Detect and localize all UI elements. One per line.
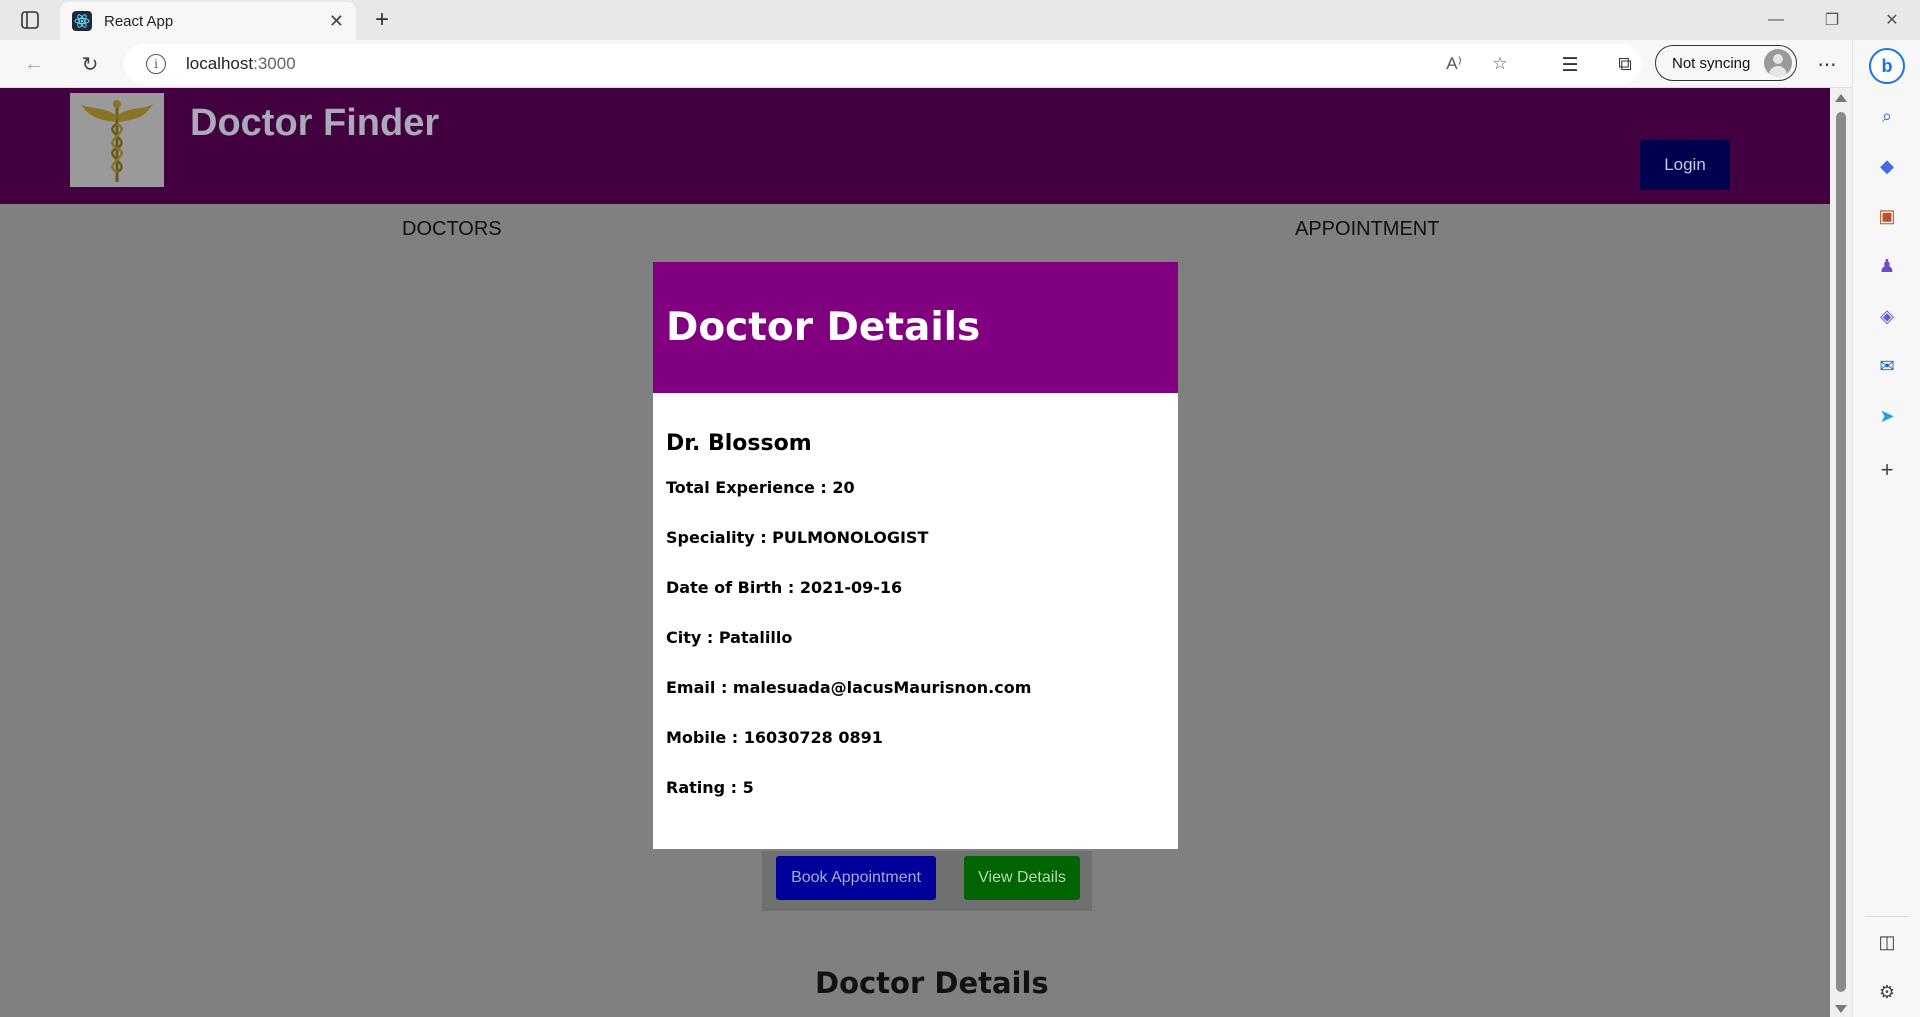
restore-icon[interactable]: ❐ <box>1804 0 1860 40</box>
app-title: Doctor Finder <box>190 102 440 144</box>
detail-rating: Rating : 5 <box>666 778 754 797</box>
detail-speciality: Speciality : PULMONOLOGIST <box>666 528 929 547</box>
site-info-icon[interactable]: i <box>146 54 166 74</box>
outlook-icon[interactable]: ✉ <box>1873 352 1901 380</box>
profile-sync-button[interactable]: Not syncing <box>1655 45 1797 81</box>
view-details-button[interactable]: View Details <box>964 856 1080 900</box>
tools-briefcase-icon[interactable]: ▣ <box>1873 202 1901 230</box>
url-field[interactable]: i localhost:3000 A⁾ ☆ <box>124 44 1642 84</box>
nav-appointment[interactable]: APPOINTMENT <box>1295 218 1439 241</box>
microsoft-365-icon[interactable]: ◈ <box>1873 302 1901 330</box>
app-header: Doctor Finder Login <box>0 88 1830 204</box>
drop-icon[interactable]: ➤ <box>1873 402 1901 430</box>
login-button[interactable]: Login <box>1640 140 1730 190</box>
shopping-tag-icon[interactable]: ◆ <box>1873 152 1901 180</box>
detail-dob: Date of Birth : 2021-09-16 <box>666 578 903 597</box>
workspaces-icon[interactable] <box>18 8 42 32</box>
settings-gear-icon[interactable]: ⚙ <box>1873 978 1901 1006</box>
modal-body: Dr. Blossom Total Experience : 20 Specia… <box>653 393 1178 828</box>
scroll-down-icon[interactable] <box>1835 1005 1847 1013</box>
refresh-icon[interactable]: ↻ <box>76 50 104 78</box>
caduceus-icon <box>70 93 164 187</box>
add-favorite-icon[interactable]: ☆ <box>1484 44 1516 84</box>
page-content: Doctor Finder Login DOCTORS APPOINTMENT … <box>0 88 1830 1017</box>
add-sidebar-app-icon[interactable]: + <box>1873 456 1901 484</box>
hide-sidebar-icon[interactable]: ◫ <box>1873 928 1901 956</box>
doctor-name: Dr. Blossom <box>666 431 812 456</box>
more-menu-icon[interactable]: ⋯ <box>1812 50 1842 80</box>
avatar <box>1764 49 1792 77</box>
bing-copilot-icon[interactable]: b <box>1869 48 1905 84</box>
doctor-details-modal: Doctor Details Dr. Blossom Total Experie… <box>653 262 1178 849</box>
section-title: Doctor Details <box>815 966 1049 1000</box>
scroll-thumb[interactable] <box>1836 112 1846 992</box>
browser-tab-bar: React App ✕ + — ❐ ✕ <box>0 0 1920 40</box>
detail-city: City : Patalillo <box>666 628 793 647</box>
url-text: localhost:3000 <box>186 54 296 73</box>
nav-doctors[interactable]: DOCTORS <box>402 218 502 241</box>
page-scrollbar[interactable] <box>1830 88 1852 1017</box>
detail-email: Email : malesuada@lacusMaurisnon.com <box>666 678 1032 697</box>
browser-tab[interactable]: React App ✕ <box>60 2 356 40</box>
detail-experience: Total Experience : 20 <box>666 478 855 497</box>
collections-icon[interactable]: ⧉ <box>1610 50 1640 80</box>
sync-label: Not syncing <box>1672 54 1751 72</box>
modal-title: Doctor Details <box>666 305 981 350</box>
modal-header: Doctor Details <box>653 262 1178 393</box>
search-icon[interactable]: ⌕ <box>1873 102 1901 130</box>
sidebar-divider <box>1865 916 1909 917</box>
edge-sidebar: b ⌕ ◆ ▣ ♟ ◈ ✉ ➤ + ◫ ⚙ <box>1852 40 1920 1017</box>
tab-title: React App <box>104 12 174 30</box>
read-aloud-icon[interactable]: A⁾ <box>1438 44 1470 84</box>
scroll-up-icon[interactable] <box>1835 94 1847 102</box>
games-icon[interactable]: ♟ <box>1873 252 1901 280</box>
react-icon <box>72 11 92 31</box>
favorites-icon[interactable]: ☰ <box>1555 50 1585 80</box>
close-tab-icon[interactable]: ✕ <box>329 11 344 32</box>
address-bar: ← ↻ i localhost:3000 A⁾ ☆ ☰ ⧉ Not syncin… <box>0 40 1920 88</box>
new-tab-icon[interactable]: + <box>368 6 396 34</box>
window-close-icon[interactable]: ✕ <box>1864 0 1920 40</box>
minimize-icon[interactable]: — <box>1748 0 1804 40</box>
detail-mobile: Mobile : 16030728 0891 <box>666 728 883 747</box>
book-appointment-button[interactable]: Book Appointment <box>776 856 936 900</box>
back-icon[interactable]: ← <box>20 50 48 78</box>
